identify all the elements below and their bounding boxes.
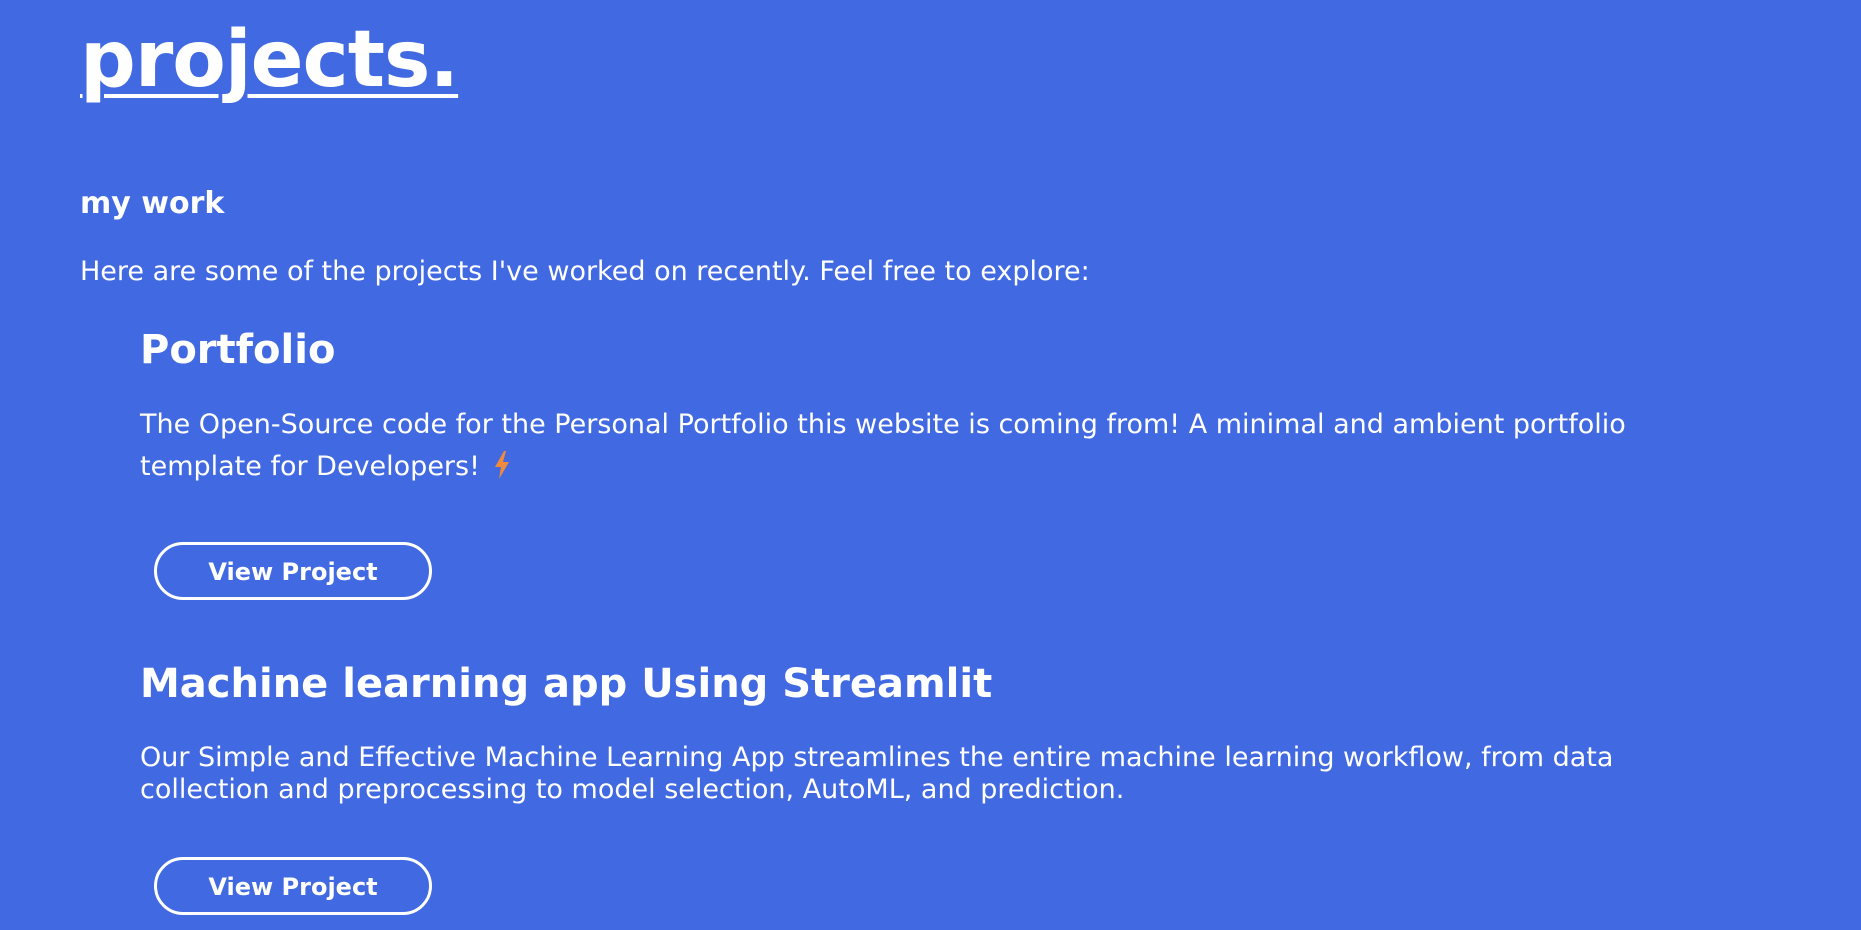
project-title: Machine learning app Using Streamlit [140,661,993,707]
project-title: Portfolio [140,327,336,373]
page-title: projects. [80,15,459,105]
project-description: Our Simple and Effective Machine Learnin… [140,742,1614,806]
section-heading: my work [80,186,225,221]
project-description-text: The Open-Source code for the Personal Po… [140,409,1626,482]
project-description: The Open-Source code for the Personal Po… [140,404,1720,492]
intro-text: Here are some of the projects I've worke… [80,256,1090,287]
project-card-portfolio: Portfolio The Open-Source code for the P… [140,326,1720,600]
view-project-button[interactable]: View Project [154,541,432,600]
lightning-bolt-icon [494,450,510,492]
view-project-button[interactable]: View Project [154,856,432,915]
project-card-ml-app: Machine learning app Using Streamlit Our… [140,660,1720,915]
